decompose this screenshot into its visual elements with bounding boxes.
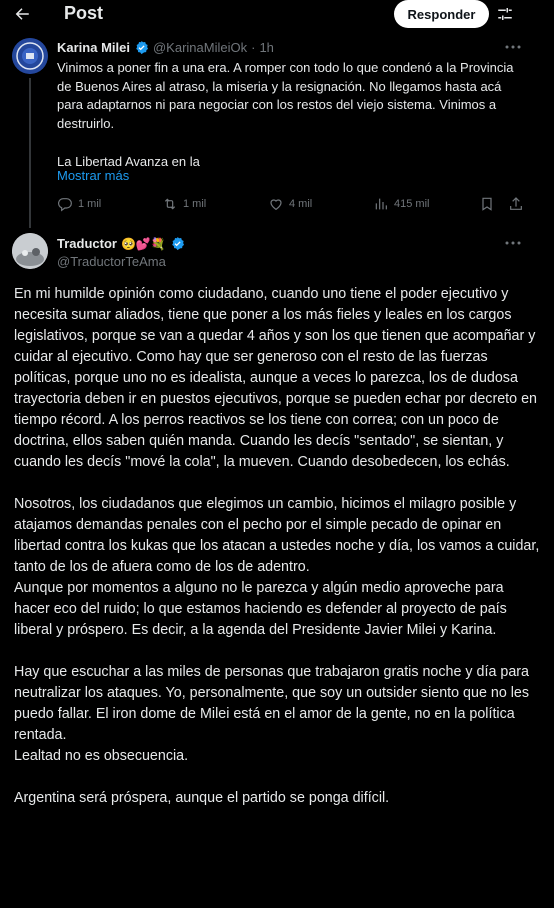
author-row: Traductor 🥺💕💐 — [57, 236, 185, 251]
tweet-paragraph: Argentina será próspera, aunque el parti… — [14, 790, 390, 806]
bookmark-icon[interactable] — [479, 196, 500, 212]
tweet-paragraph: Vinimos a poner fin a una era. A romper … — [57, 60, 518, 132]
retweet-icon — [164, 198, 176, 210]
tweet-actions: 1 mil 1 mil 4 mil 415 mil — [57, 196, 527, 216]
tweet-paragraph: Lealtad no es obsecuencia. — [14, 748, 189, 764]
tweet-paragraph: En mi humilde opinión como ciudadano, cu… — [14, 286, 541, 470]
reply-action[interactable]: 1 mil — [57, 196, 101, 212]
author-row: Karina Milei @KarinaMileiOk · 1h — [57, 40, 274, 55]
sliders-icon[interactable] — [494, 3, 516, 25]
reply-button[interactable]: Responder — [394, 0, 489, 28]
tweet-text: Vinimos a poner fin a una era. A romper … — [57, 59, 527, 171]
display-name[interactable]: Karina Milei — [57, 40, 130, 55]
display-name[interactable]: Traductor — [57, 236, 117, 251]
retweet-count: 1 mil — [183, 198, 207, 210]
retweet-action[interactable]: 1 mil — [162, 196, 206, 212]
back-arrow-icon[interactable] — [8, 2, 36, 26]
avatar[interactable] — [12, 38, 48, 74]
timestamp[interactable]: 1h — [259, 40, 273, 55]
handle[interactable]: @TraductorTeAma — [57, 254, 166, 269]
reply-icon — [58, 198, 72, 212]
tweet-paragraph: Hay que escuchar a las miles de personas… — [14, 664, 534, 743]
more-dots-icon[interactable] — [503, 39, 523, 55]
tweet-paragraph: Aunque por momentos a alguno no le parez… — [14, 580, 511, 638]
thread-line — [29, 78, 31, 228]
like-count: 4 mil — [289, 198, 313, 210]
tweet-paragraph: Nosotros, los ciudadanos que elegimos un… — [14, 496, 544, 575]
more-dots-icon[interactable] — [503, 235, 523, 251]
heart-icon — [270, 199, 282, 211]
verified-badge-icon — [170, 236, 185, 251]
show-more-link[interactable]: Mostrar más — [57, 168, 129, 183]
top-bar: Post Responder — [0, 0, 554, 30]
views-count: 415 mil — [394, 198, 430, 210]
avatar[interactable] — [12, 233, 48, 269]
reply-tweet-text: En mi humilde opinión como ciudadano, cu… — [14, 284, 540, 809]
share-icon[interactable] — [508, 196, 529, 212]
verified-badge-icon — [134, 40, 149, 55]
handle[interactable]: @KarinaMileiOk — [153, 40, 247, 55]
views-action[interactable]: 415 mil — [373, 196, 429, 212]
page-title: Post — [64, 3, 104, 23]
separator: · — [251, 40, 256, 55]
views-chart-icon — [375, 198, 387, 210]
like-action[interactable]: 4 mil — [268, 196, 312, 212]
reply-count: 1 mil — [78, 198, 102, 210]
name-emojis: 🥺💕💐 — [120, 236, 166, 251]
